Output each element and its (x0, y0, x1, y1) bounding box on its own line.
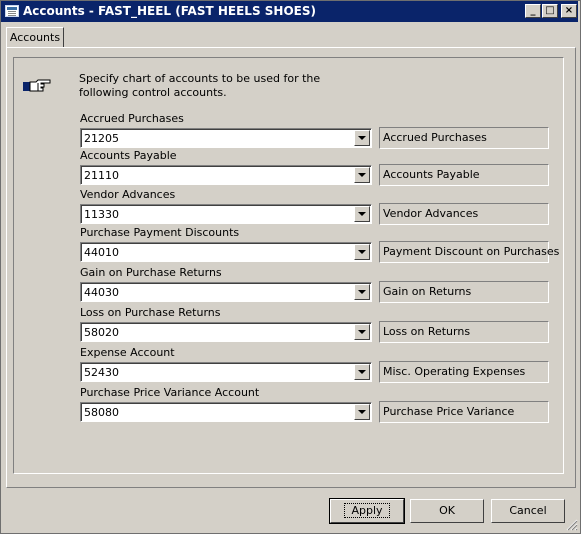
combo-value: 21205 (84, 132, 119, 145)
chevron-down-icon[interactable] (354, 284, 370, 300)
combo-value: 52430 (84, 366, 119, 379)
vendor-advances-combo[interactable]: 11330 (80, 204, 372, 224)
apply-button[interactable]: Apply (329, 498, 405, 524)
field-label-loss-on-purchase-returns: Loss on Purchase Returns (80, 306, 221, 319)
combo-value: 21110 (84, 169, 119, 182)
account-description: Payment Discount on Purchases (379, 241, 559, 263)
combo-value: 44010 (84, 246, 119, 259)
purchase-price-variance-combo[interactable]: 58080 (80, 402, 372, 422)
combo-value: 44030 (84, 286, 119, 299)
account-description: Accounts Payable (379, 164, 549, 186)
account-description: Accrued Purchases (379, 127, 549, 149)
ok-button[interactable]: OK (410, 499, 484, 523)
combo-value: 58020 (84, 326, 119, 339)
expense-account-combo[interactable]: 52430 (80, 362, 372, 382)
combo-value: 11330 (84, 208, 119, 221)
resize-grip-icon[interactable] (566, 519, 578, 531)
account-description: Vendor Advances (379, 203, 549, 225)
info-text: Specify chart of accounts to be used for… (79, 72, 321, 99)
account-description: Gain on Returns (379, 281, 549, 303)
field-label-gain-on-purchase-returns: Gain on Purchase Returns (80, 266, 222, 279)
pointing-hand-icon (23, 79, 51, 92)
field-label-accounts-payable: Accounts Payable (80, 149, 177, 162)
account-description: Misc. Operating Expenses (379, 361, 549, 383)
field-label-accrued-purchases: Accrued Purchases (80, 112, 184, 125)
chevron-down-icon[interactable] (354, 324, 370, 340)
field-label-purchase-payment-discounts: Purchase Payment Discounts (80, 226, 240, 239)
chevron-down-icon[interactable] (354, 364, 370, 380)
window-icon (5, 5, 19, 17)
tab-accounts[interactable]: Accounts (6, 27, 64, 48)
title-bar[interactable]: Accounts - FAST_HEEL (FAST HEELS SHOES) … (1, 1, 578, 22)
gain-on-purchase-returns-combo[interactable]: 44030 (80, 282, 372, 302)
window-title: Accounts - FAST_HEEL (FAST HEELS SHOES) (23, 4, 316, 18)
minimize-button[interactable]: _ (525, 4, 541, 18)
cancel-button[interactable]: Cancel (491, 499, 565, 523)
combo-value: 58080 (84, 406, 119, 419)
loss-on-purchase-returns-combo[interactable]: 58020 (80, 322, 372, 342)
maximize-button[interactable]: □ (542, 4, 558, 18)
apply-button-label: Apply (344, 503, 390, 518)
field-label-vendor-advances: Vendor Advances (80, 188, 176, 201)
chevron-down-icon[interactable] (354, 130, 370, 146)
field-label-expense-account: Expense Account (80, 346, 175, 359)
purchase-payment-discounts-combo[interactable]: 44010 (80, 242, 372, 262)
close-button[interactable]: × (561, 4, 577, 18)
chevron-down-icon[interactable] (354, 244, 370, 260)
chevron-down-icon[interactable] (354, 167, 370, 183)
accrued-purchases-combo[interactable]: 21205 (80, 128, 372, 148)
account-description: Loss on Returns (379, 321, 549, 343)
chevron-down-icon[interactable] (354, 404, 370, 420)
field-label-purchase-price-variance: Purchase Price Variance Account (80, 386, 260, 399)
account-description: Purchase Price Variance (379, 401, 549, 423)
accounts-payable-combo[interactable]: 21110 (80, 165, 372, 185)
chevron-down-icon[interactable] (354, 206, 370, 222)
